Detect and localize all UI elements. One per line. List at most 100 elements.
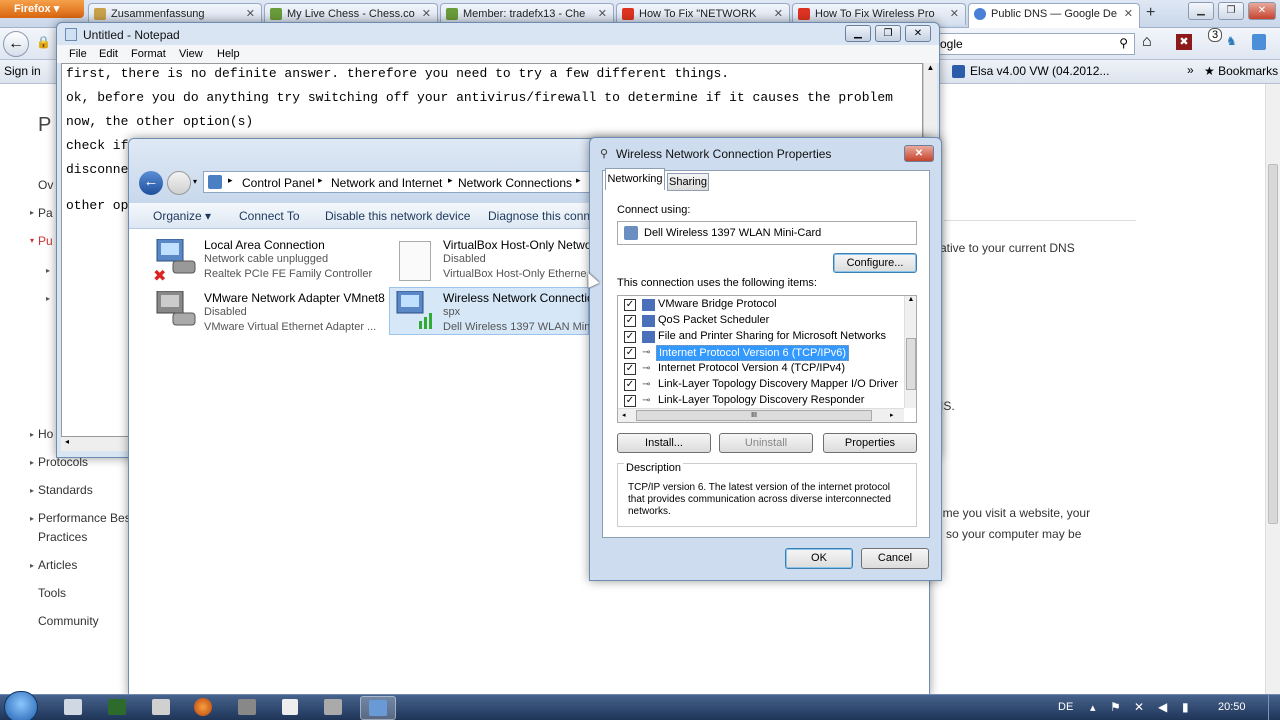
app-taskbar-icon[interactable] [324, 699, 342, 715]
sidebar-item-performance[interactable]: Performance Best [38, 511, 134, 525]
history-dropdown-icon[interactable]: ▾ [193, 177, 197, 186]
bookmark-elsa[interactable]: Elsa v4.00 VW (04.2012... [970, 64, 1109, 78]
close-tab-icon[interactable]: ✕ [1124, 7, 1133, 20]
sidebar-item-practices[interactable]: Practices [38, 530, 87, 544]
home-icon[interactable]: ⌂ [1142, 33, 1152, 51]
close-tab-icon[interactable]: ✕ [598, 7, 607, 20]
sidebar-item-tools[interactable]: Tools [38, 586, 66, 600]
organize-button[interactable]: Organize ▾ [153, 209, 211, 223]
scroll-thumb[interactable] [1268, 164, 1278, 524]
adapter-name[interactable]: VirtualBox Host-Only Network [443, 238, 602, 252]
diagnose-button[interactable]: Diagnose this conne [488, 209, 597, 223]
menu-format[interactable]: Format [131, 48, 166, 60]
sidebar-item-community[interactable]: Community [38, 614, 99, 628]
back-icon[interactable]: ← [3, 31, 29, 57]
network-taskbar-button[interactable] [360, 696, 396, 720]
firefox-taskbar-icon[interactable] [194, 698, 212, 716]
sidebar-item-articles[interactable]: Articles [38, 558, 77, 572]
adapter-name[interactable]: VMware Network Adapter VMnet8 [204, 291, 385, 305]
adapter-name[interactable]: Local Area Connection [204, 238, 325, 252]
page-scrollbar[interactable] [1265, 84, 1280, 694]
list-hscrollbar[interactable]: ◂ III ▸ [618, 408, 904, 422]
uninstall-button[interactable]: Uninstall [719, 433, 813, 453]
language-indicator[interactable]: DE [1058, 701, 1073, 713]
sidebar-item-ho[interactable]: Ho [38, 427, 53, 441]
sidebar-item-overview[interactable]: Ov [38, 178, 53, 192]
list-hscroll-thumb[interactable]: III [636, 410, 872, 421]
item-checkbox[interactable]: ✓ [624, 347, 636, 359]
item-checkbox[interactable]: ✓ [624, 315, 636, 327]
notepad-taskbar-icon[interactable] [282, 699, 298, 715]
firefox-menu-button[interactable]: Firefox ▾ [0, 0, 84, 18]
minimize-button[interactable]: ▁ [1188, 2, 1214, 20]
component-item[interactable]: QoS Packet Scheduler [658, 314, 769, 326]
maximize-button[interactable]: ❐ [1218, 2, 1244, 20]
search-icon[interactable]: ⚲ [1119, 36, 1128, 50]
menu-edit[interactable]: Edit [99, 48, 118, 60]
breadcrumb-network-internet[interactable]: Network and Internet [331, 176, 442, 190]
addon-icon[interactable]: ✖ [1176, 34, 1192, 50]
menu-view[interactable]: View [179, 48, 203, 60]
forward-icon[interactable] [167, 171, 191, 195]
item-checkbox[interactable]: ✓ [624, 395, 636, 407]
notepad-minimize-button[interactable]: ▁ [845, 25, 871, 42]
item-checkbox[interactable]: ✓ [624, 379, 636, 391]
close-tab-icon[interactable]: ✕ [950, 7, 959, 20]
item-checkbox[interactable]: ✓ [624, 299, 636, 311]
new-tab-button[interactable]: + [1146, 4, 1155, 22]
sidebar-item-pu[interactable]: Pu [38, 234, 53, 248]
action-center-icon[interactable]: ⚑ [1110, 700, 1121, 714]
notepad-maximize-button[interactable]: ❐ [875, 25, 901, 42]
list-scroll-thumb[interactable] [906, 338, 916, 390]
close-tab-icon[interactable]: ✕ [774, 7, 783, 20]
dialog-close-button[interactable]: ✕ [904, 145, 934, 162]
menu-help[interactable]: Help [217, 48, 240, 60]
tab-sharing[interactable]: Sharing [667, 173, 709, 191]
component-item[interactable]: File and Printer Sharing for Microsoft N… [658, 330, 886, 342]
bookmarks-menu[interactable]: ★ Bookmarks [1204, 64, 1278, 78]
install-button[interactable]: Install... [617, 433, 711, 453]
item-checkbox[interactable]: ✓ [624, 363, 636, 375]
extension-icon[interactable]: ♞ [1226, 34, 1237, 48]
wifi-tray-icon[interactable]: ▮ [1182, 700, 1189, 714]
volume-icon[interactable]: ◀ [1158, 700, 1167, 714]
breadcrumb-control-panel[interactable]: Control Panel [242, 176, 315, 190]
menu-file[interactable]: File [69, 48, 87, 60]
disable-device-button[interactable]: Disable this network device [325, 209, 470, 223]
tray-icon[interactable]: ✕ [1134, 700, 1144, 714]
breadcrumb-network-connections[interactable]: Network Connections [458, 176, 572, 190]
show-desktop-button[interactable] [1268, 695, 1280, 720]
component-item[interactable]: VMware Bridge Protocol [658, 298, 777, 310]
app-taskbar-icon[interactable] [108, 699, 126, 715]
app-taskbar-icon[interactable] [238, 699, 256, 715]
cancel-button[interactable]: Cancel [861, 548, 929, 569]
tab-public-dns[interactable]: Public DNS — Google De ✕ [968, 3, 1140, 28]
close-tab-icon[interactable]: ✕ [422, 7, 431, 20]
connect-to-button[interactable]: Connect To [239, 209, 300, 223]
extension2-icon[interactable] [1252, 34, 1266, 50]
notepad-close-button[interactable]: ✕ [905, 25, 931, 42]
close-tab-icon[interactable]: ✕ [246, 7, 255, 20]
app-taskbar-icon[interactable] [152, 699, 170, 715]
start-button[interactable] [4, 691, 38, 720]
back-icon[interactable]: ← [139, 171, 163, 195]
component-item[interactable]: Link-Layer Topology Discovery Mapper I/O… [658, 378, 898, 390]
close-window-button[interactable]: ✕ [1248, 2, 1276, 20]
sign-in-link[interactable]: Sign in [4, 64, 41, 78]
sidebar-item-pa[interactable]: Pa [38, 206, 53, 220]
ok-button[interactable]: OK [785, 548, 853, 569]
component-item-selected[interactable]: Internet Protocol Version 6 (TCP/IPv6) [656, 345, 850, 361]
sidebar-item-standards[interactable]: Standards [38, 483, 93, 497]
item-checkbox[interactable]: ✓ [624, 331, 636, 343]
list-vscrollbar[interactable]: ▲ [904, 296, 916, 408]
search-input[interactable]: ogle ⚲ [935, 33, 1135, 55]
tab-networking[interactable]: Networking [605, 168, 665, 190]
adapter-name[interactable]: Wireless Network Connection [443, 291, 600, 305]
configure-button[interactable]: Configure... [833, 253, 917, 273]
properties-button[interactable]: Properties [823, 433, 917, 453]
component-item[interactable]: Internet Protocol Version 4 (TCP/IPv4) [658, 362, 845, 374]
bookmarks-overflow-icon[interactable]: » [1187, 63, 1194, 77]
explorer-taskbar-icon[interactable] [64, 699, 82, 715]
tray-expand-icon[interactable]: ▴ [1090, 701, 1096, 714]
component-item[interactable]: Link-Layer Topology Discovery Responder [658, 394, 864, 406]
